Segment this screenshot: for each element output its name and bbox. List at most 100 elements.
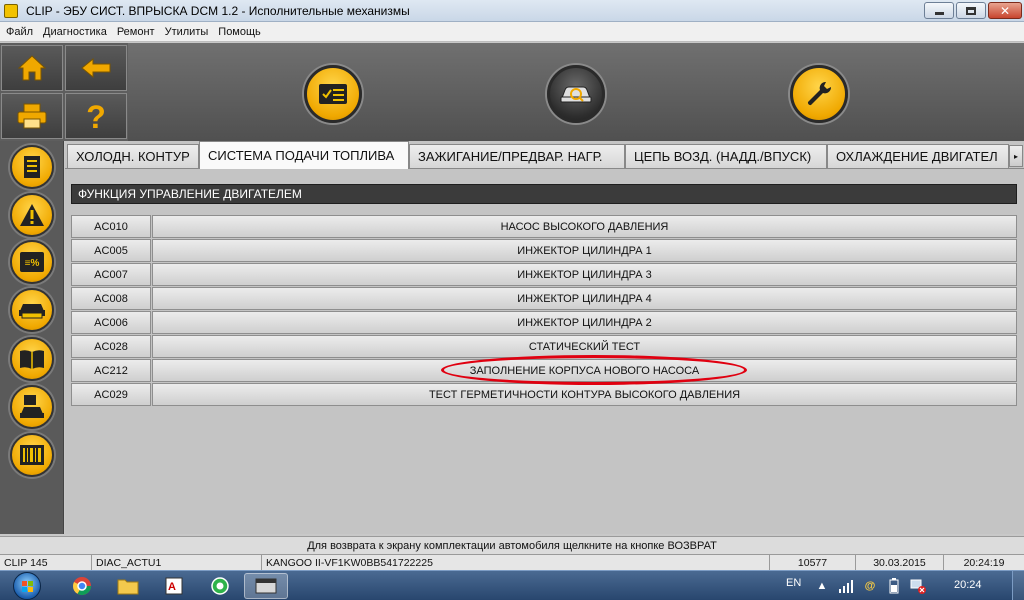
sidebar-document-button[interactable] [10, 145, 54, 189]
actuator-list: AC010 НАСОС ВЫСОКОГО ДАВЛЕНИЯ AC005 ИНЖЕ… [71, 215, 1017, 407]
actuator-code[interactable]: AC005 [71, 239, 151, 262]
sidebar-manual-button[interactable] [10, 337, 54, 381]
table-row[interactable]: AC006 ИНЖЕКТОР ЦИЛИНДРА 2 [71, 311, 1017, 335]
battery-icon [889, 578, 899, 594]
table-row[interactable]: AC007 ИНЖЕКТОР ЦИЛИНДРА 3 [71, 263, 1017, 287]
tab-ignition-preheat[interactable]: ЗАЖИГАНИЕ/ПРЕДВАР. НАГР. [409, 144, 625, 168]
sidebar-parameters-button[interactable]: ≡% [10, 240, 54, 284]
actuator-name[interactable]: ЗАПОЛНЕНИЕ КОРПУСА НОВОГО НАСОСА [152, 359, 1017, 382]
tray-expand-button[interactable]: ▲ [814, 578, 830, 594]
parameters-percent-icon: ≡% [20, 252, 44, 272]
tab-bar: ХОЛОДН. КОНТУР СИСТЕМА ПОДАЧИ ТОПЛИВА ЗА… [65, 141, 1024, 169]
actuator-name[interactable]: СТАТИЧЕСКИЙ ТЕСТ [152, 335, 1017, 358]
taskbar-translator[interactable]: A [152, 573, 196, 599]
actuator-name[interactable]: ТЕСТ ГЕРМЕТИЧНОСТИ КОНТУРА ВЫСОКОГО ДАВЛ… [152, 383, 1017, 406]
show-desktop-button[interactable] [1012, 571, 1024, 600]
table-row[interactable]: AC005 ИНЖЕКТОР ЦИЛИНДРА 1 [71, 239, 1017, 263]
sidebar-warning-button[interactable] [10, 193, 54, 237]
tab-air-circuit[interactable]: ЦЕПЬ ВОЗД. (НАДД./ВПУСК) [625, 144, 827, 168]
table-row[interactable]: AC029 ТЕСТ ГЕРМЕТИЧНОСТИ КОНТУРА ВЫСОКОГ… [71, 383, 1017, 407]
back-button[interactable] [65, 45, 127, 91]
taskbar-messenger[interactable] [198, 573, 242, 599]
back-arrow-icon [81, 57, 111, 79]
help-button[interactable]: ? [65, 93, 127, 139]
tray-clock[interactable]: 20:24 [954, 579, 982, 591]
actuator-code[interactable]: AC028 [71, 335, 151, 358]
menu-utilities[interactable]: Утилиты [165, 26, 209, 38]
sidebar-vehicle-config-button[interactable] [10, 288, 54, 332]
menu-file[interactable]: Файл [6, 26, 33, 38]
car-diagnostic-icon [560, 86, 592, 103]
tab-cold-circuit[interactable]: ХОЛОДН. КОНТУР [67, 144, 199, 168]
start-button[interactable] [6, 571, 48, 600]
menu-help[interactable]: Помощь [218, 26, 261, 38]
actuator-name[interactable]: ИНЖЕКТОР ЦИЛИНДРА 1 [152, 239, 1017, 262]
clip-window-icon [255, 578, 277, 594]
status-code: 10577 [770, 555, 856, 571]
menu-repair[interactable]: Ремонт [117, 26, 155, 38]
svg-text:≡%: ≡% [25, 258, 40, 269]
actuator-code[interactable]: AC212 [71, 359, 151, 382]
taskbar-explorer[interactable] [106, 573, 150, 599]
actuator-name[interactable]: ИНЖЕКТОР ЦИЛИНДРА 4 [152, 287, 1017, 310]
table-row[interactable]: AC028 СТАТИЧЕСКИЙ ТЕСТ [71, 335, 1017, 359]
close-button[interactable]: ✕ [988, 2, 1022, 19]
section-title: ФУНКЦИЯ УПРАВЛЕНИЕ ДВИГАТЕЛЕМ [71, 184, 1017, 204]
minimize-button[interactable] [924, 2, 954, 19]
vehicle-save-icon [20, 395, 44, 418]
svg-text:A: A [168, 581, 176, 593]
tab-engine-cooling[interactable]: ОХЛАЖДЕНИЕ ДВИГАТЕЛ [827, 144, 1009, 168]
actuator-name[interactable]: ИНЖЕКТОР ЦИЛИНДРА 2 [152, 311, 1017, 334]
status-bar: CLIP 145 DIAC_ACTU1 KANGOO II-VF1KW0BB54… [0, 554, 1024, 571]
taskbar-chrome[interactable] [60, 573, 104, 599]
minimize-icon [934, 12, 944, 15]
actuator-code[interactable]: AC010 [71, 215, 151, 238]
tab-fuel-system[interactable]: СИСТЕМА ПОДАЧИ ТОПЛИВА [199, 141, 409, 169]
hint-bar: Для возврата к экрану комплектации автом… [0, 536, 1024, 554]
checklist-button[interactable] [304, 65, 362, 123]
menu-diagnostics[interactable]: Диагностика [43, 26, 107, 38]
table-row[interactable]: AC010 НАСОС ВЫСОКОГО ДАВЛЕНИЯ [71, 215, 1017, 239]
actuator-code[interactable]: AC008 [71, 287, 151, 310]
actuator-name[interactable]: НАСОС ВЫСОКОГО ДАВЛЕНИЯ [152, 215, 1017, 238]
barcode-icon [20, 445, 44, 465]
tray-mail[interactable]: @ [862, 578, 878, 594]
actuator-code[interactable]: AC006 [71, 311, 151, 334]
messenger-icon [211, 577, 229, 595]
clip-app-icon [4, 4, 18, 18]
table-row[interactable]: AC008 ИНЖЕКТОР ЦИЛИНДРА 4 [71, 287, 1017, 311]
status-vehicle: KANGOO II-VF1KW0BB541722225 [262, 555, 770, 571]
translator-icon: A [165, 577, 183, 595]
actuator-code[interactable]: AC029 [71, 383, 151, 406]
document-icon [24, 156, 40, 178]
network-error-icon [910, 579, 926, 594]
car-diagnostic-button[interactable] [547, 65, 605, 123]
actuator-code[interactable]: AC007 [71, 263, 151, 286]
actuator-name[interactable]: ИНЖЕКТОР ЦИЛИНДРА 3 [152, 263, 1017, 286]
taskbar: A EN ▲ @ 20:24 [0, 570, 1024, 600]
at-sign-icon: @ [864, 580, 876, 592]
maximize-button[interactable] [956, 2, 986, 19]
tray-signal[interactable] [838, 578, 854, 594]
sidebar-barcode-button[interactable] [10, 433, 54, 477]
tray-language[interactable]: EN [786, 577, 801, 589]
sidebar-vehicle-save-button[interactable] [10, 385, 54, 429]
status-diag: DIAC_ACTU1 [92, 555, 262, 571]
home-button[interactable] [1, 45, 63, 91]
top-toolbar [128, 43, 1024, 141]
table-row[interactable]: AC212 ЗАПОЛНЕНИЕ КОРПУСА НОВОГО НАСОСА [71, 359, 1017, 383]
signal-bars-icon [839, 580, 853, 593]
chrome-icon [73, 577, 91, 596]
restore-icon [966, 6, 976, 15]
status-time: 20:24:19 [963, 557, 1005, 569]
tab-scroll-right-button[interactable]: ▸ [1009, 145, 1023, 167]
main-panel: ХОЛОДН. КОНТУР СИСТЕМА ПОДАЧИ ТОПЛИВА ЗА… [65, 141, 1024, 534]
home-icon [17, 55, 47, 81]
wrench-button[interactable] [790, 65, 848, 123]
tray-battery[interactable] [886, 578, 902, 594]
print-button[interactable] [1, 93, 63, 139]
tray-network[interactable] [910, 578, 926, 594]
left-toolbar: ? [0, 43, 128, 141]
taskbar-clip[interactable] [244, 573, 288, 599]
menu-bar: Файл Диагностика Ремонт Утилиты Помощь [0, 22, 1024, 42]
